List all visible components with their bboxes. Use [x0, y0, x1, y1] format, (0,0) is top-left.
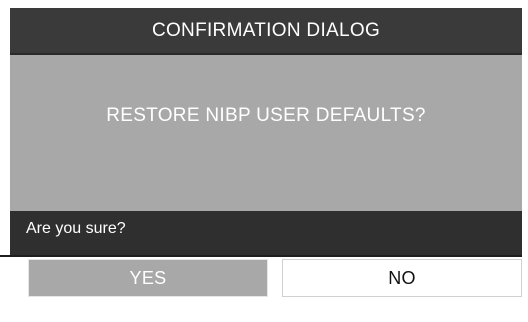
dialog-body: RESTORE NIBP USER DEFAULTS?: [10, 55, 522, 211]
prompt-bar: Are you sure?: [10, 211, 522, 245]
no-button[interactable]: NO: [282, 259, 522, 297]
no-button-label: NO: [388, 267, 416, 288]
dialog-title-bar: CONFIRMATION DIALOG: [10, 8, 522, 55]
dialog-buttons: YES NO: [0, 257, 528, 300]
dialog-right-edge: [522, 8, 528, 257]
dialog-message: RESTORE NIBP USER DEFAULTS?: [106, 105, 426, 126]
confirmation-dialog: CONFIRMATION DIALOG RESTORE NIBP USER DE…: [0, 0, 528, 322]
dialog-title: CONFIRMATION DIALOG: [151, 19, 381, 41]
yes-button[interactable]: YES: [28, 259, 268, 297]
prompt-bar-bottom: [10, 245, 522, 255]
yes-button-label: YES: [129, 267, 167, 288]
confirmation-prompt: Are you sure?: [26, 220, 126, 237]
